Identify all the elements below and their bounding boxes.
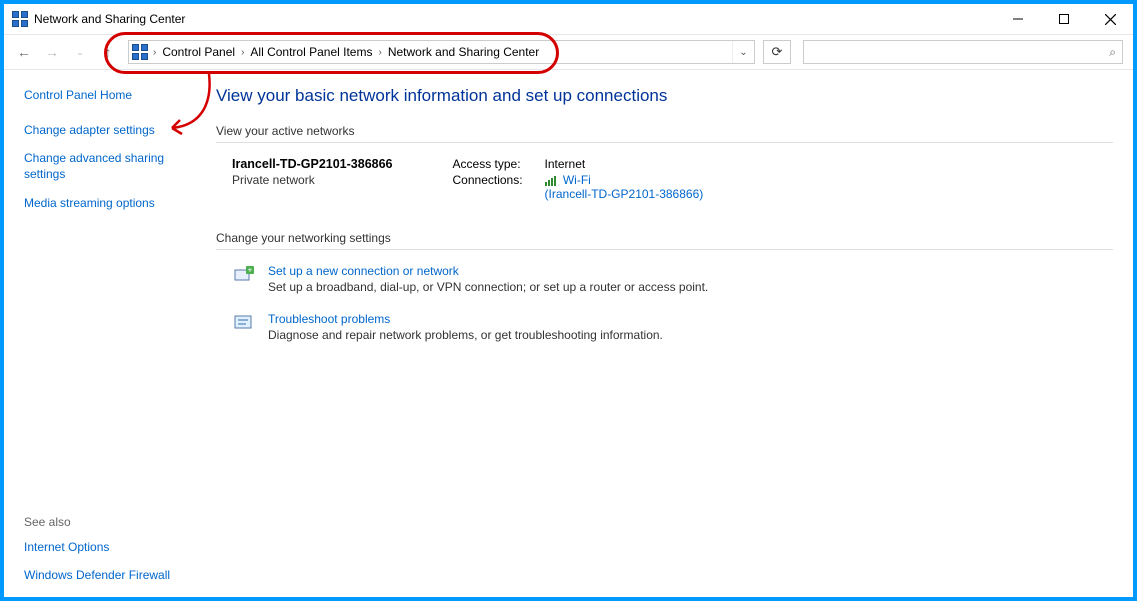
breadcrumb-all-items[interactable]: All Control Panel Items [246,45,376,59]
breadcrumb-network-sharing[interactable]: Network and Sharing Center [384,45,543,59]
connection-link[interactable]: Wi-Fi(Irancell-TD-GP2101-386866) [545,173,704,201]
setup-connection-link[interactable]: Set up a new connection or network [268,264,708,278]
recent-dropdown[interactable]: ⌄ [68,40,92,64]
app-icon [12,11,28,27]
chevron-right-icon: › [151,47,158,58]
sidebar-media-streaming[interactable]: Media streaming options [24,195,194,211]
troubleshoot-link[interactable]: Troubleshoot problems [268,312,663,326]
troubleshoot-desc: Diagnose and repair network problems, or… [268,328,663,342]
close-button[interactable] [1087,4,1133,34]
window-frame: Network and Sharing Center ← → ⌄ ↑ › Con… [4,4,1133,597]
wifi-signal-icon [545,176,556,186]
active-network-block: Irancell-TD-GP2101-386866 Private networ… [216,157,1113,203]
window-title: Network and Sharing Center [34,12,185,26]
chevron-right-icon: › [376,47,383,58]
troubleshoot-icon [232,312,256,336]
breadcrumb-control-panel[interactable]: Control Panel [158,45,239,59]
see-also-firewall[interactable]: Windows Defender Firewall [24,567,194,583]
address-icon [129,44,151,60]
maximize-button[interactable] [1041,4,1087,34]
back-button[interactable]: ← [12,40,36,64]
see-also-heading: See also [24,515,194,529]
setup-connection-icon: + [232,264,256,288]
address-dropdown[interactable]: ⌄ [732,41,754,63]
network-identity: Irancell-TD-GP2101-386866 Private networ… [232,157,393,203]
change-settings-heading: Change your networking settings [216,231,1113,250]
svg-text:+: + [248,266,253,275]
search-input[interactable]: ⌕ [803,40,1123,64]
up-button[interactable]: ↑ [96,40,120,64]
setup-connection-desc: Set up a broadband, dial-up, or VPN conn… [268,280,708,294]
access-type-value: Internet [545,157,586,171]
troubleshoot-item: Troubleshoot problems Diagnose and repai… [216,312,1113,342]
forward-button[interactable]: → [40,40,64,64]
sidebar-advanced-sharing[interactable]: Change advanced sharing settings [24,150,194,182]
active-networks-heading: View your active networks [216,124,1113,143]
refresh-button[interactable]: ⟳ [763,40,791,64]
connections-label: Connections: [453,173,531,201]
titlebar: Network and Sharing Center [4,4,1133,34]
access-type-label: Access type: [453,157,531,171]
minimize-button[interactable] [995,4,1041,34]
address-bar[interactable]: › Control Panel › All Control Panel Item… [128,40,755,64]
see-also-internet-options[interactable]: Internet Options [24,539,194,555]
annotation-arrow [164,70,224,150]
page-title: View your basic network information and … [216,86,1113,106]
search-icon: ⌕ [1109,45,1116,60]
network-type: Private network [232,173,393,187]
toolbar: ← → ⌄ ↑ › Control Panel › All Control Pa… [4,34,1133,70]
chevron-right-icon: › [239,47,246,58]
network-name: Irancell-TD-GP2101-386866 [232,157,393,171]
setup-connection-item: + Set up a new connection or network Set… [216,264,1113,294]
network-details: Access type: Internet Connections: Wi-Fi… [453,157,704,203]
main-panel: View your basic network information and … [204,70,1133,597]
